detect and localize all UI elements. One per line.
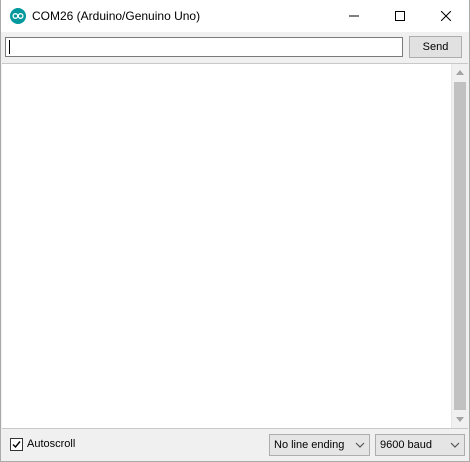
autoscroll-label: Autoscroll	[27, 438, 76, 450]
serial-monitor-window: COM26 (Arduino/Genuino Uno) Send Autoscr…	[0, 0, 470, 462]
chevron-down-icon	[450, 442, 460, 448]
maximize-icon	[395, 11, 405, 21]
baud-rate-value: 9600 baud	[380, 439, 432, 451]
scroll-up-arrow-icon	[456, 70, 464, 75]
baud-rate-select[interactable]: 9600 baud	[375, 434, 465, 456]
vertical-scrollbar[interactable]	[451, 64, 468, 428]
close-button[interactable]	[423, 0, 469, 32]
line-ending-value: No line ending	[274, 439, 345, 451]
send-button[interactable]: Send	[409, 36, 462, 58]
scroll-down-button[interactable]	[452, 411, 468, 428]
scroll-up-button[interactable]	[452, 64, 468, 81]
title-bar[interactable]: COM26 (Arduino/Genuino Uno)	[1, 0, 469, 32]
serial-output-area[interactable]	[2, 63, 468, 429]
chevron-down-icon	[355, 442, 365, 448]
autoscroll-checkbox[interactable]	[10, 438, 23, 451]
maximize-button[interactable]	[377, 0, 423, 32]
arduino-logo-icon	[10, 8, 26, 24]
minimize-icon	[349, 15, 359, 17]
checkmark-icon	[12, 441, 21, 449]
window-title: COM26 (Arduino/Genuino Uno)	[32, 9, 201, 23]
text-caret	[9, 40, 10, 54]
close-icon	[441, 11, 451, 21]
minimize-button[interactable]	[331, 0, 377, 32]
serial-send-input[interactable]	[5, 37, 403, 57]
line-ending-select[interactable]: No line ending	[269, 434, 370, 456]
scroll-thumb[interactable]	[454, 82, 466, 410]
scroll-down-arrow-icon	[456, 417, 464, 422]
